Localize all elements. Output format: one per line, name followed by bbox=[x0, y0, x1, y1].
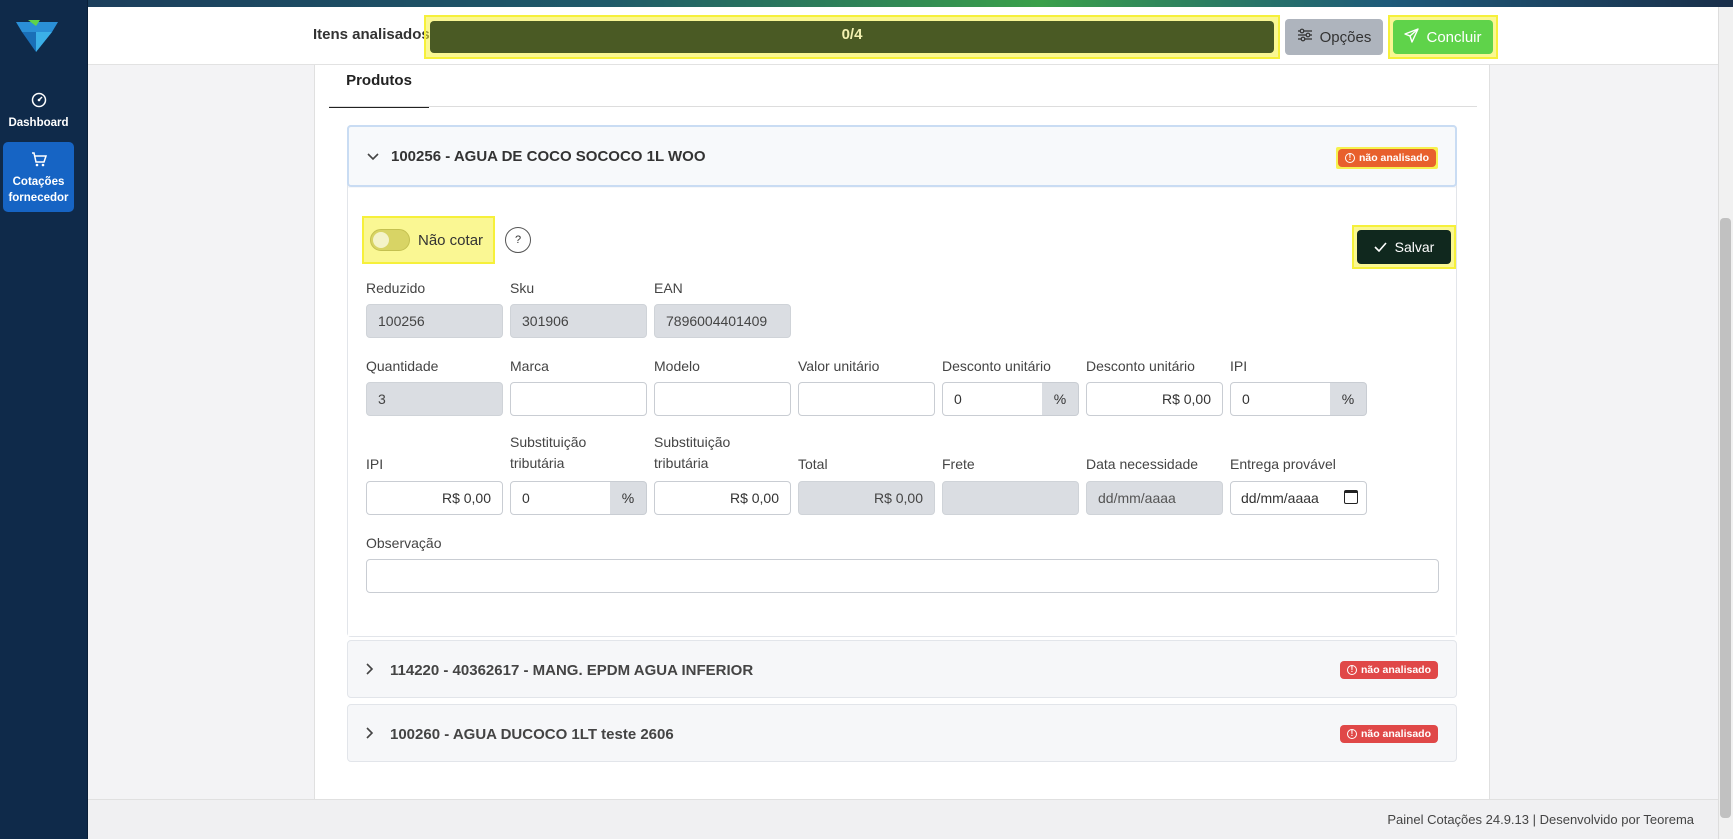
percent-addon: % bbox=[610, 481, 647, 515]
reduzido-field: 100256 bbox=[366, 304, 503, 338]
desconto-unitario-val-input[interactable]: R$ 0,00 bbox=[1086, 382, 1223, 416]
label-st-val: Substituição tributária bbox=[654, 434, 731, 471]
product-title: 100256 - AGUA DE COCO SOCOCO 1L WOO bbox=[391, 147, 706, 165]
no-quote-toggle[interactable] bbox=[370, 229, 410, 251]
percent-addon: % bbox=[1042, 382, 1079, 416]
label-marca: Marca bbox=[510, 358, 549, 374]
observacao-input[interactable] bbox=[366, 559, 1439, 593]
main-panel: Produtos 100256 - AGUA DE COCO SOCOCO 1L… bbox=[314, 65, 1490, 799]
save-label: Salvar bbox=[1394, 239, 1435, 255]
footer: Painel Cotações 24.9.13 | Desenvolvido p… bbox=[88, 799, 1718, 839]
total-field: R$ 0,00 bbox=[798, 481, 935, 515]
progress-highlight: 0/4 bbox=[424, 15, 1280, 59]
alert-circle-icon: ! bbox=[1346, 729, 1357, 739]
label-data-necessidade: Data necessidade bbox=[1086, 456, 1199, 472]
label-ipi-pct: IPI bbox=[1230, 358, 1248, 374]
label-desconto-unitario-pct: Desconto unitário bbox=[942, 358, 1051, 374]
check-icon bbox=[1374, 239, 1387, 255]
sidebar-item-label: Dashboard bbox=[8, 117, 69, 129]
sidebar-item-label: Cotações fornecedor bbox=[8, 176, 69, 204]
label-reduzido: Reduzido bbox=[366, 280, 426, 296]
label-observacao: Observação bbox=[366, 535, 442, 551]
product-form: Não cotar ? Salvar Reduzido Sku EAN 1002… bbox=[348, 188, 1456, 636]
status-badge: ! não analisado bbox=[1339, 725, 1438, 743]
conclude-label: Concluir bbox=[1426, 28, 1482, 46]
data-necessidade-field: dd/mm/aaaa bbox=[1086, 481, 1223, 515]
label-desconto-unitario-val: Desconto unitário bbox=[1086, 358, 1195, 374]
label-st-pct: Substituição tributária bbox=[510, 434, 587, 471]
product-accordion-header[interactable]: 114220 - 40362617 - MANG. EPDM AGUA INFE… bbox=[348, 641, 1456, 699]
tab-produtos[interactable]: Produtos bbox=[329, 72, 429, 108]
label-frete: Frete bbox=[942, 456, 975, 472]
analysis-progress-bar: 0/4 bbox=[430, 21, 1274, 53]
valor-unitario-input[interactable] bbox=[798, 382, 935, 416]
label-ean: EAN bbox=[654, 280, 683, 296]
label-ipi-val: IPI bbox=[366, 456, 384, 472]
product-accordion: 100256 - AGUA DE COCO SOCOCO 1L WOO ! nã… bbox=[347, 125, 1457, 637]
tab-divider bbox=[329, 106, 1477, 107]
options-label: Opções bbox=[1319, 28, 1372, 46]
status-badge-highlight: ! não analisado bbox=[1335, 147, 1438, 169]
sidebar-item-dashboard[interactable]: Dashboard bbox=[3, 92, 74, 132]
chevron-right-icon bbox=[366, 662, 384, 678]
calendar-icon[interactable] bbox=[1344, 490, 1358, 504]
top-header: Itens analisados 0/4 Opções Concluir bbox=[88, 7, 1718, 65]
product-accordion: 100260 - AGUA DUCOCO 1LT teste 2606 ! nã… bbox=[347, 704, 1457, 762]
gauge-icon bbox=[3, 92, 74, 113]
ean-field: 7896004401409 bbox=[654, 304, 791, 338]
conclude-highlight: Concluir bbox=[1388, 15, 1498, 59]
alert-circle-icon: ! bbox=[1346, 665, 1357, 675]
conclude-button[interactable]: Concluir bbox=[1393, 20, 1493, 54]
app-logo[interactable] bbox=[14, 16, 60, 54]
cart-icon bbox=[3, 152, 74, 172]
status-badge: ! não analisado bbox=[1339, 661, 1438, 679]
product-title: 100260 - AGUA DUCOCO 1LT teste 2606 bbox=[390, 725, 674, 743]
marca-input[interactable] bbox=[510, 382, 647, 416]
product-title: 114220 - 40362617 - MANG. EPDM AGUA INFE… bbox=[390, 661, 754, 679]
frete-field bbox=[942, 481, 1079, 515]
entrega-provavel-input[interactable]: dd/mm/aaaa bbox=[1230, 481, 1367, 515]
top-gradient-strip bbox=[0, 0, 1733, 7]
options-button[interactable]: Opções bbox=[1285, 19, 1383, 55]
desconto-unitario-pct-input[interactable]: 0 bbox=[942, 382, 1043, 416]
save-button[interactable]: Salvar bbox=[1357, 230, 1451, 264]
send-icon bbox=[1404, 27, 1420, 47]
label-modelo: Modelo bbox=[654, 358, 700, 374]
modelo-input[interactable] bbox=[654, 382, 791, 416]
help-icon[interactable]: ? bbox=[505, 227, 531, 253]
st-val-input[interactable]: R$ 0,00 bbox=[654, 481, 791, 515]
footer-text: Painel Cotações 24.9.13 | Desenvolvido p… bbox=[1387, 812, 1694, 827]
st-pct-input[interactable]: 0 bbox=[510, 481, 611, 515]
percent-addon: % bbox=[1330, 382, 1367, 416]
label-valor-unitario: Valor unitário bbox=[798, 358, 880, 374]
sidebar-item-cotacoes-fornecedor[interactable]: Cotações fornecedor bbox=[3, 142, 74, 212]
chevron-down-icon bbox=[367, 148, 385, 164]
product-accordion-header[interactable]: 100260 - AGUA DUCOCO 1LT teste 2606 ! nã… bbox=[348, 705, 1456, 763]
product-accordion: 114220 - 40362617 - MANG. EPDM AGUA INFE… bbox=[347, 640, 1457, 698]
analyzed-items-label: Itens analisados bbox=[313, 26, 430, 43]
no-quote-label: Não cotar bbox=[418, 231, 484, 249]
alert-circle-icon: ! bbox=[1344, 153, 1355, 163]
ipi-val-input[interactable]: R$ 0,00 bbox=[366, 481, 503, 515]
sidebar: Dashboard Cotações fornecedor bbox=[0, 0, 88, 839]
sku-field: 301906 bbox=[510, 304, 647, 338]
sliders-icon bbox=[1297, 28, 1313, 46]
chevron-right-icon bbox=[366, 726, 384, 742]
ipi-pct-input[interactable]: 0 bbox=[1230, 382, 1331, 416]
label-entrega-provavel: Entrega provável bbox=[1230, 456, 1336, 472]
no-quote-toggle-highlight: Não cotar bbox=[362, 216, 495, 264]
quantidade-field: 3 bbox=[366, 382, 503, 416]
scrollbar-thumb[interactable] bbox=[1720, 218, 1731, 818]
label-total: Total bbox=[798, 456, 828, 472]
status-badge: ! não analisado bbox=[1337, 149, 1436, 167]
save-highlight: Salvar bbox=[1352, 225, 1456, 269]
product-accordion-header[interactable]: 100256 - AGUA DE COCO SOCOCO 1L WOO ! nã… bbox=[347, 125, 1457, 187]
label-sku: Sku bbox=[510, 280, 535, 296]
label-quantidade: Quantidade bbox=[366, 358, 439, 374]
